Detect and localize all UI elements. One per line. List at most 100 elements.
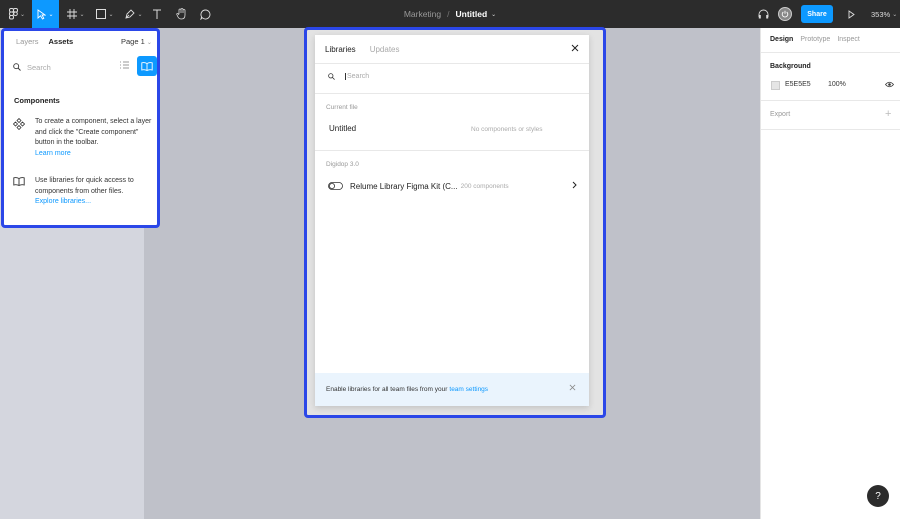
tab-assets[interactable]: Assets [49,37,74,49]
library-name: Relume Library Figma Kit (C... [350,181,458,191]
hand-icon [175,8,185,20]
avatar[interactable] [778,7,792,21]
team-settings-banner: Enable libraries for all team files from… [315,373,589,406]
divider [761,129,900,130]
search-placeholder: Search [345,73,370,80]
dismiss-banner-button[interactable] [569,384,576,393]
file-name[interactable]: Untitled [456,9,488,19]
tab-design[interactable]: Design [770,36,793,43]
library-search-input[interactable]: Search [328,73,369,80]
chevron-down-icon: ⌄ [19,11,26,18]
chevron-down-icon[interactable]: ⌄ [491,11,496,18]
audio-button[interactable] [756,0,770,28]
eye-icon [884,81,895,88]
background-color-swatch[interactable] [771,81,780,90]
headphones-icon [758,9,768,19]
current-file-name: Untitled [329,124,357,133]
figma-logo-icon [8,8,18,20]
learn-more-link[interactable]: Learn more [35,149,153,160]
visibility-toggle[interactable] [884,81,895,90]
close-icon [569,384,576,391]
left-panel-tabs: Layers Assets [16,37,73,49]
list-icon [120,61,129,69]
zoom-menu[interactable]: 353% ⌄ [871,0,897,28]
chevron-down-icon: ⌄ [48,11,54,18]
project-name[interactable]: Marketing [404,9,441,19]
page-label: Page 1 [121,37,145,46]
toggle-icon [328,182,343,190]
components-title: Components [14,96,60,105]
libraries-hint: Use libraries for quick access to compon… [13,176,153,208]
chevron-down-icon: ⌄ [108,11,114,18]
page-selector[interactable]: Page 1 ⌄ [121,37,152,46]
move-tool-button[interactable]: ⌄ [32,0,59,28]
divider [761,100,900,101]
team-label: Digidop 3.0 [326,161,359,168]
background-title: Background [770,63,811,70]
frame-tool-button[interactable]: ⌄ [64,0,88,28]
search-placeholder: Search [27,62,51,72]
book-icon [13,176,29,208]
assets-panel: Layers Assets Page 1 ⌄ Search Components… [1,28,160,228]
close-modal-button[interactable] [571,44,579,54]
zoom-level: 353% [871,9,891,19]
library-meta: 200 components [460,182,509,190]
search-icon [328,73,335,80]
tab-inspect[interactable]: Inspect [837,36,860,43]
chevron-down-icon: ⌄ [146,40,152,46]
text-icon [153,9,161,19]
share-button[interactable]: Share [801,5,833,23]
cursor-icon [38,8,47,20]
power-icon [781,10,789,18]
add-export-button[interactable]: + [885,108,891,120]
team-settings-link[interactable]: team settings [449,386,488,393]
properties-tabs: Design Prototype Inspect [770,36,860,43]
current-file-label: Current file [326,104,358,111]
divider [315,63,589,64]
chevron-right-icon [572,181,577,191]
background-opacity-value[interactable]: 100% [828,81,846,88]
export-title: Export [770,111,791,118]
tab-prototype[interactable]: Prototype [800,36,830,43]
plus-icon: + [885,108,892,120]
pen-icon [125,9,136,19]
tab-updates[interactable]: Updates [370,45,400,54]
create-component-hint: To create a component, select a layer an… [12,117,153,160]
assets-search-input[interactable]: Search [13,60,113,74]
chevron-down-icon: ⌄ [892,11,898,18]
create-component-text: To create a component, select a layer an… [35,118,152,146]
divider [315,93,589,94]
library-row[interactable]: Relume Library Figma Kit (C... 200 compo… [328,180,578,192]
libraries-modal: Libraries Updates Search Current file Un… [315,35,589,406]
comment-icon [199,9,210,20]
hand-tool-button[interactable] [172,0,190,28]
help-button[interactable]: ? [867,485,889,507]
search-icon [13,63,21,71]
tab-libraries[interactable]: Libraries [325,45,356,54]
tab-layers[interactable]: Layers [16,37,39,49]
title-separator: / [447,9,450,19]
divider [761,52,900,53]
chevron-down-icon: ⌄ [79,11,85,18]
toolbar: ⌄ ⌄ ⌄ ⌄ ⌄ Marketing / Untitled ⌄ Share 3… [0,0,900,28]
shape-tool-button[interactable]: ⌄ [93,0,117,28]
team-library-button[interactable] [137,56,157,76]
pen-tool-button[interactable]: ⌄ [122,0,146,28]
divider [315,150,589,151]
background-hex-value[interactable]: E5E5E5 [785,81,811,88]
properties-panel: Design Prototype Inspect Background E5E5… [760,28,900,519]
explore-libraries-link[interactable]: Explore libraries... [35,197,153,208]
list-view-button[interactable] [120,61,129,71]
present-button[interactable] [845,0,857,28]
current-file-meta: No components or styles [471,126,543,133]
component-icon [12,117,29,159]
frame-icon [67,9,78,19]
banner-text: Enable libraries for all team files from… [326,386,448,393]
main-menu-button[interactable]: ⌄ [4,0,30,28]
libraries-text: Use libraries for quick access to compon… [35,177,134,195]
modal-tabs: Libraries Updates [325,45,399,54]
comment-tool-button[interactable] [197,0,213,28]
text-tool-button[interactable] [150,0,164,28]
book-icon [141,61,153,71]
play-icon [848,9,855,19]
